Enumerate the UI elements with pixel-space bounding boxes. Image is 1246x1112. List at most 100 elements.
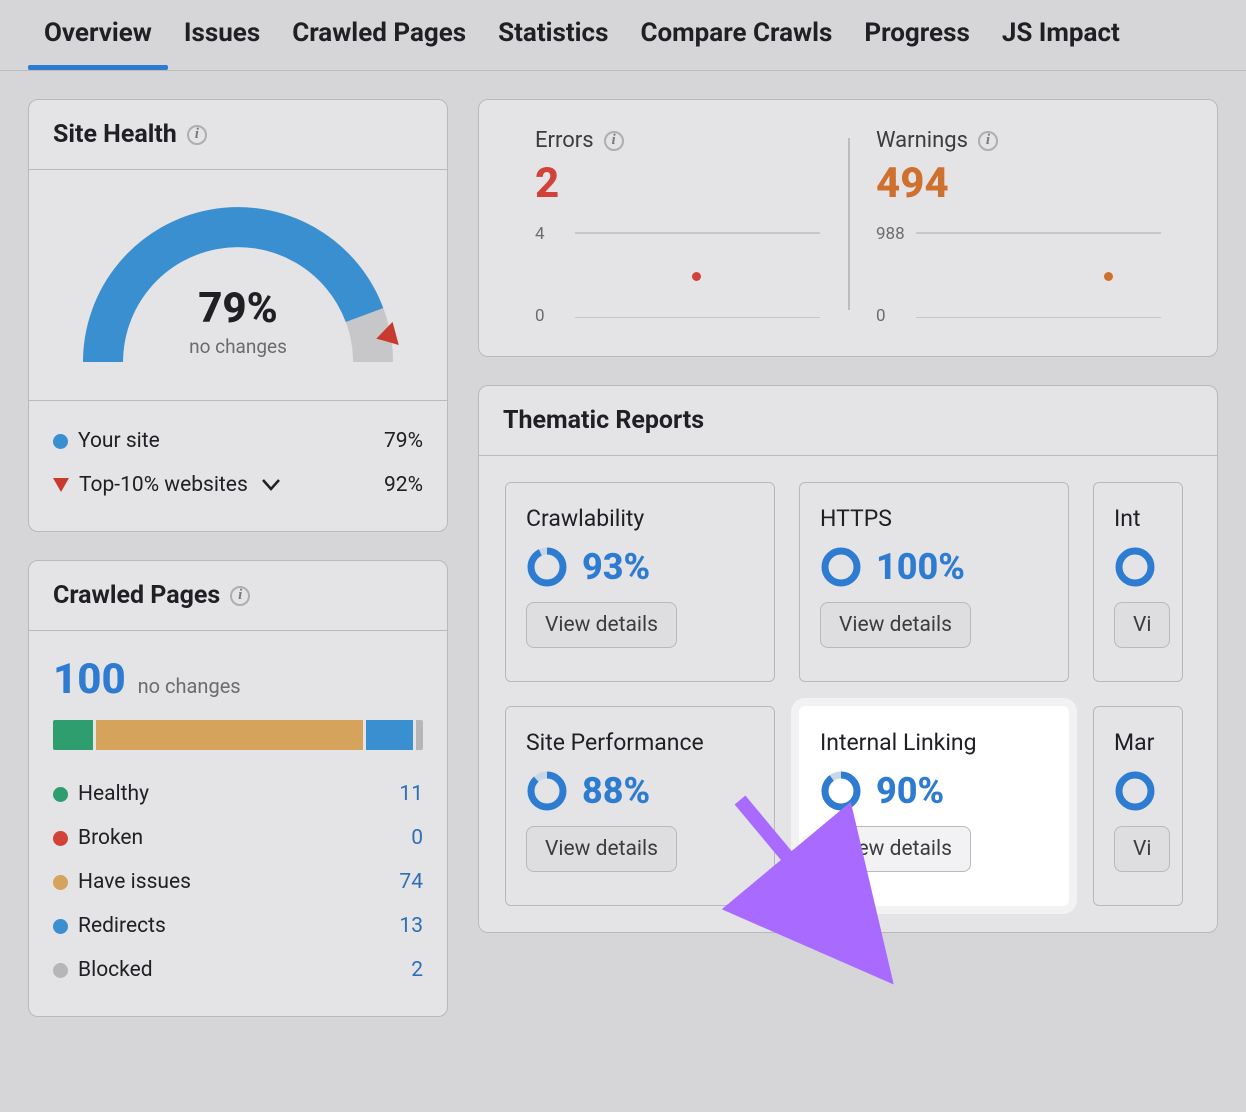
cp-legend-issues[interactable]: Have issues 74 [53, 860, 423, 904]
thematic-card-title: Crawlability [526, 505, 754, 532]
tab-issues[interactable]: Issues [168, 0, 276, 70]
cp-label: Healthy [78, 782, 149, 806]
cp-label: Blocked [78, 958, 153, 982]
thematic-card-pct: 100% [876, 546, 965, 588]
thematic-card-markup: Mar Vi [1093, 706, 1183, 906]
bar-seg-redirects [366, 720, 413, 750]
dot-icon [53, 787, 68, 802]
thematic-card-title: Internal Linking [820, 729, 1048, 756]
tab-progress[interactable]: Progress [848, 0, 985, 70]
info-icon[interactable]: i [230, 586, 250, 606]
view-details-button[interactable]: View details [820, 826, 971, 872]
spark-dot [692, 272, 701, 281]
progress-ring-icon [820, 546, 862, 588]
thematic-card-pct: 88% [582, 770, 650, 812]
dot-icon [53, 919, 68, 934]
crawled-pages-title: Crawled Pages [53, 581, 220, 610]
thematic-card-site-performance: Site Performance 88% View details [505, 706, 775, 906]
view-details-button[interactable]: View details [526, 826, 677, 872]
bar-seg-issues [96, 720, 363, 750]
thematic-card-international-seo: Int Vi [1093, 482, 1183, 682]
legend-your-site: Your site 79% [53, 419, 423, 463]
cp-val: 74 [399, 870, 423, 894]
info-icon[interactable]: i [604, 131, 624, 151]
info-icon[interactable]: i [187, 125, 207, 145]
thematic-card-title: HTTPS [820, 505, 1048, 532]
thematic-card-crawlability: Crawlability 93% View details [505, 482, 775, 682]
spark-ybot: 0 [535, 306, 545, 326]
cp-label: Broken [78, 826, 143, 850]
cp-legend-blocked[interactable]: Blocked 2 [53, 948, 423, 992]
progress-ring-icon [526, 546, 568, 588]
dot-icon [53, 875, 68, 890]
errors-block[interactable]: Errors i 2 4 0 [507, 128, 848, 320]
thematic-card-title: Int [1114, 505, 1162, 532]
view-details-button[interactable]: Vi [1114, 826, 1170, 872]
spark-dot [1104, 272, 1113, 281]
thematic-card-https: HTTPS 100% View details [799, 482, 1069, 682]
warnings-spark: 988 0 [876, 230, 1161, 320]
bar-seg-blocked [416, 720, 423, 750]
warnings-value: 494 [876, 159, 1161, 208]
gauge-sub: no changes [68, 335, 408, 358]
progress-ring-icon [1114, 770, 1156, 812]
tab-statistics[interactable]: Statistics [482, 0, 624, 70]
cp-legend-broken[interactable]: Broken 0 [53, 816, 423, 860]
thematic-card-pct: 93% [582, 546, 650, 588]
chevron-down-icon [262, 479, 280, 491]
crawled-pages-bar [53, 720, 423, 750]
progress-ring-icon [820, 770, 862, 812]
errors-value: 2 [535, 159, 820, 208]
spark-ybot: 0 [876, 306, 886, 326]
warnings-block[interactable]: Warnings i 494 988 0 [848, 128, 1189, 320]
warnings-label: Warnings [876, 128, 968, 153]
cp-legend-healthy[interactable]: Healthy 11 [53, 772, 423, 816]
spark-ytop: 4 [535, 224, 545, 244]
bar-seg-healthy [53, 720, 93, 750]
dot-icon [53, 831, 68, 846]
info-icon[interactable]: i [978, 131, 998, 151]
tab-crawled-pages[interactable]: Crawled Pages [276, 0, 482, 70]
cp-label: Have issues [78, 870, 191, 894]
cp-legend-redirects[interactable]: Redirects 13 [53, 904, 423, 948]
tab-bar: Overview Issues Crawled Pages Statistics… [0, 0, 1246, 71]
cp-val: 13 [399, 914, 423, 938]
dot-icon [53, 434, 68, 449]
legend-top10[interactable]: Top-10% websites 92% [53, 463, 423, 507]
legend-top10-val: 92% [384, 473, 423, 497]
cp-val: 11 [399, 782, 423, 806]
tab-compare-crawls[interactable]: Compare Crawls [624, 0, 848, 70]
cp-val: 2 [411, 958, 423, 982]
thematic-card-pct: 90% [876, 770, 944, 812]
site-health-gauge: 79% no changes [68, 192, 408, 382]
cp-label: Redirects [78, 914, 166, 938]
thematic-title: Thematic Reports [503, 406, 704, 435]
thematic-card-title: Site Performance [526, 729, 754, 756]
thematic-card-internal-linking: Internal Linking 90% View details [799, 706, 1069, 906]
legend-top10-label: Top-10% websites [79, 473, 248, 497]
view-details-button[interactable]: Vi [1114, 602, 1170, 648]
dot-icon [53, 963, 68, 978]
progress-ring-icon [526, 770, 568, 812]
crawled-pages-total: 100 [53, 655, 126, 704]
site-health-title: Site Health [53, 120, 177, 149]
crawled-pages-card: Crawled Pages i 100 no changes He [28, 560, 448, 1017]
view-details-button[interactable]: View details [526, 602, 677, 648]
legend-your-site-val: 79% [384, 429, 423, 453]
view-details-button[interactable]: View details [820, 602, 971, 648]
stats-card: Errors i 2 4 0 Warnings i 494 988 [478, 99, 1218, 357]
site-health-card: Site Health i 79% no changes [28, 99, 448, 532]
spark-ytop: 988 [876, 224, 905, 244]
thematic-reports-card: Thematic Reports Crawlability 93% View det… [478, 385, 1218, 933]
tab-overview[interactable]: Overview [28, 0, 168, 70]
progress-ring-icon [1114, 546, 1156, 588]
errors-spark: 4 0 [535, 230, 820, 320]
cp-val: 0 [411, 826, 423, 850]
triangle-down-icon [53, 478, 69, 492]
crawled-pages-sub: no changes [138, 674, 241, 698]
errors-label: Errors [535, 128, 594, 153]
gauge-percent: 79% [68, 284, 408, 333]
tab-js-impact[interactable]: JS Impact [986, 0, 1136, 70]
legend-your-site-label: Your site [78, 429, 160, 453]
thematic-card-title: Mar [1114, 729, 1162, 756]
